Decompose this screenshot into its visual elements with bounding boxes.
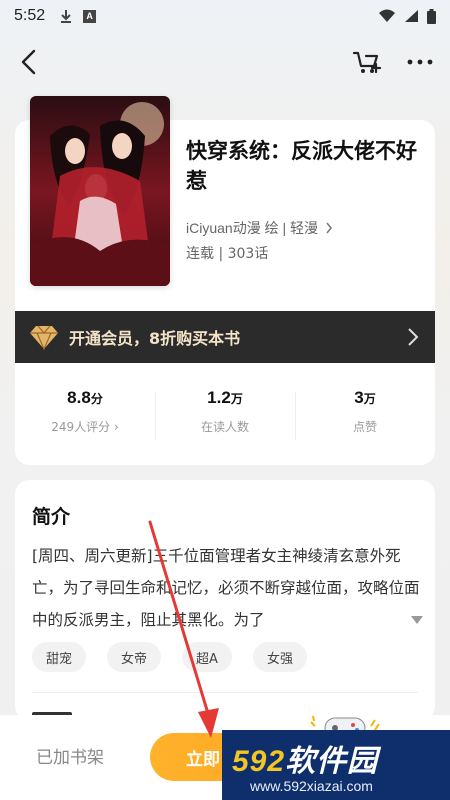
book-status-line: 连载 | 303话: [186, 246, 269, 262]
stat-label: 点赞: [352, 420, 377, 434]
tag[interactable]: 女强: [252, 642, 307, 672]
book-cover-image[interactable]: [30, 96, 170, 286]
back-chevron-icon[interactable]: [16, 48, 44, 76]
vip-banner-text: 开通会员，8折购买本书: [69, 329, 241, 348]
read-now-label: 立即: [186, 749, 220, 770]
tag[interactable]: 超A: [182, 642, 232, 672]
watermark-brand-text: 软件园: [285, 745, 379, 778]
watermark-url: www.592xiazai.com: [250, 778, 373, 794]
book-title: 快穿系统：反派大佬不好惹: [186, 139, 417, 193]
triangle-down-icon: [411, 616, 423, 624]
signal-icon: [405, 10, 418, 22]
site-watermark: 592软件园 www.592xiazai.com: [222, 730, 450, 800]
author-label: iCiyuan动漫 绘 | 轻漫: [186, 220, 318, 236]
intro-text[interactable]: [周四、周六更新]三千位面管理者女主神绫清玄意外死亡，为了寻回生命和记忆，必须不…: [32, 540, 422, 636]
stat-value: 8.8: [67, 388, 91, 407]
stat-rating[interactable]: 8.8分 249人评分 ›: [15, 388, 155, 448]
expand-toggle[interactable]: [407, 610, 427, 624]
a-badge-icon: A: [83, 9, 97, 23]
stat-unit: 万: [230, 392, 243, 406]
chevron-right-icon: [408, 328, 419, 346]
stat-label: 在读人数: [200, 420, 249, 434]
tag[interactable]: 女帝: [107, 642, 162, 672]
cover-illustration: [30, 96, 170, 286]
stat-likes[interactable]: 3万 点赞: [295, 388, 435, 448]
battery-icon: [427, 8, 436, 24]
stat-label: 249人评分 ›: [51, 420, 119, 434]
cart-plus-icon[interactable]: [352, 48, 382, 76]
download-icon: [61, 10, 72, 23]
stats-row: 8.8分 249人评分 › 1.2万 在读人数 3万 点赞: [15, 388, 435, 448]
diamond-icon: [30, 325, 58, 350]
stat-value: 3: [354, 388, 364, 407]
status-time: 5:52: [14, 7, 46, 24]
top-nav-bar: [0, 38, 450, 86]
watermark-brand: 592软件园: [232, 736, 378, 780]
wifi-icon: [379, 9, 395, 22]
chevron-right-icon: [326, 222, 332, 234]
book-author-line[interactable]: iCiyuan动漫 绘 | 轻漫: [186, 218, 333, 238]
intro-title: 简介: [32, 506, 71, 528]
more-dots-icon[interactable]: [404, 48, 436, 76]
stat-unit: 分: [90, 392, 103, 406]
stat-value: 1.2: [207, 388, 231, 407]
watermark-brand-number: 592: [232, 745, 286, 778]
divider: [32, 692, 418, 693]
tag-list: 甜宠 女帝 超A 女强: [32, 642, 307, 672]
intro-card: 简介 [周四、周六更新]三千位面管理者女主神绫清玄意外死亡，为了寻回生命和记忆，…: [15, 480, 435, 720]
tag[interactable]: 甜宠: [32, 642, 87, 672]
status-bar: 5:52 A: [0, 0, 450, 32]
added-to-shelf-button[interactable]: 已加书架: [36, 743, 104, 768]
stat-readers: 1.2万 在读人数: [155, 388, 295, 448]
stat-unit: 万: [363, 392, 376, 406]
vip-banner[interactable]: 开通会员，8折购买本书: [15, 311, 435, 363]
